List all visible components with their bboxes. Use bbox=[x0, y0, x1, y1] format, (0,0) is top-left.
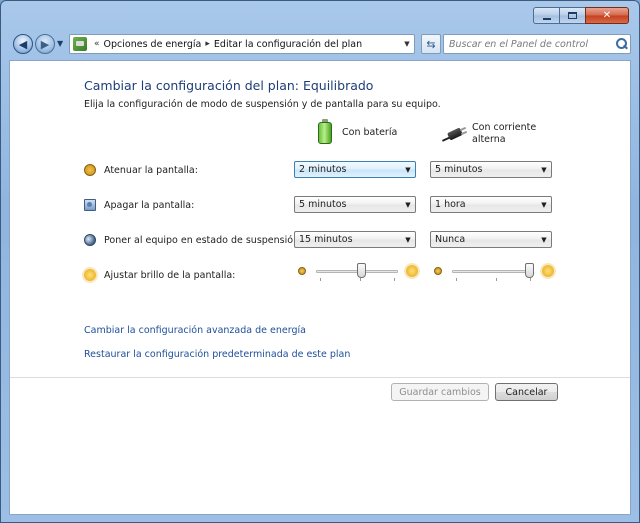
setting-label-brightness: Ajustar brillo de la pantalla: bbox=[104, 269, 236, 281]
ac-column-label: Con corriente alterna bbox=[472, 122, 536, 146]
column-header-battery: Con batería bbox=[318, 119, 398, 144]
display-off-icon bbox=[84, 199, 96, 211]
setting-row-dim: Atenuar la pantalla: bbox=[84, 160, 198, 180]
dim-battery-select[interactable]: 2 minutos ▼ bbox=[294, 161, 416, 178]
setting-label-dim: Atenuar la pantalla: bbox=[104, 164, 198, 176]
dim-battery-value: 2 minutos bbox=[299, 164, 347, 175]
caption-buttons: ✕ bbox=[533, 7, 629, 24]
close-button[interactable]: ✕ bbox=[585, 7, 629, 24]
display-off-battery-select[interactable]: 5 minutos ▼ bbox=[294, 196, 416, 213]
window: ✕ ◀ ▶ ▼ « Opciones de energía ▸ Editar l… bbox=[0, 0, 640, 523]
control-panel-icon bbox=[73, 37, 87, 51]
sleep-icon bbox=[84, 234, 96, 246]
minimize-button[interactable] bbox=[533, 7, 559, 24]
chevron-down-icon: ▼ bbox=[405, 235, 411, 244]
chevron-down-icon: ▼ bbox=[541, 235, 547, 244]
chevron-down-icon: ▼ bbox=[405, 165, 411, 174]
battery-icon bbox=[318, 119, 332, 144]
chevron-down-icon: ▼ bbox=[405, 200, 411, 209]
ac-column-label-line1: Con corriente bbox=[472, 122, 537, 133]
slider-thumb[interactable] bbox=[356, 263, 366, 278]
brightness-icon bbox=[84, 269, 96, 281]
chevron-down-icon: ▼ bbox=[541, 200, 547, 209]
maximize-icon bbox=[568, 12, 577, 19]
dim-ac-select[interactable]: 5 minutos ▼ bbox=[430, 161, 552, 178]
breadcrumb-prefix[interactable]: « bbox=[94, 39, 100, 49]
brightness-ac-slider[interactable] bbox=[434, 263, 556, 281]
back-arrow-icon: ◀ bbox=[18, 37, 28, 51]
dim-ac-value: 5 minutos bbox=[435, 164, 483, 175]
sleep-battery-select[interactable]: 15 minutos ▼ bbox=[294, 231, 416, 248]
page-subtitle: Elija la configuración de modo de suspen… bbox=[84, 99, 441, 110]
brightness-battery-slider[interactable] bbox=[298, 263, 420, 281]
setting-label-sleep: Poner al equipo en estado de suspensión: bbox=[104, 234, 303, 246]
forward-button[interactable]: ▶ bbox=[35, 34, 55, 54]
refresh-icon: ⇆ bbox=[426, 37, 436, 51]
power-plug-icon bbox=[441, 126, 468, 142]
brightness-low-icon bbox=[434, 267, 442, 275]
navigation-bar: ◀ ▶ ▼ « Opciones de energía ▸ Editar la … bbox=[11, 32, 631, 56]
slider-thumb[interactable] bbox=[525, 263, 535, 278]
slider-track[interactable] bbox=[452, 270, 534, 273]
refresh-button[interactable]: ⇆ bbox=[421, 34, 441, 54]
dim-display-icon bbox=[84, 164, 96, 176]
column-header-ac: Con corriente alterna bbox=[441, 122, 536, 146]
sleep-battery-value: 15 minutos bbox=[299, 234, 353, 245]
setting-row-brightness: Ajustar brillo de la pantalla: bbox=[84, 265, 235, 285]
setting-label-display-off: Apagar la pantalla: bbox=[104, 199, 195, 211]
search-input[interactable]: Buscar en el Panel de control bbox=[443, 34, 631, 54]
recent-pages-dropdown[interactable]: ▼ bbox=[57, 39, 63, 48]
display-off-battery-value: 5 minutos bbox=[299, 199, 347, 210]
advanced-settings-link[interactable]: Cambiar la configuración avanzada de ene… bbox=[84, 325, 306, 336]
breadcrumb-power-options[interactable]: Opciones de energía bbox=[104, 39, 202, 50]
display-off-ac-select[interactable]: 1 hora ▼ bbox=[430, 196, 552, 213]
sleep-ac-value: Nunca bbox=[435, 234, 466, 245]
breadcrumb-separator[interactable]: ▸ bbox=[205, 39, 210, 49]
setting-row-sleep: Poner al equipo en estado de suspensión: bbox=[84, 230, 302, 250]
close-icon: ✕ bbox=[602, 10, 612, 21]
address-dropdown-icon[interactable]: ▼ bbox=[400, 35, 414, 53]
sleep-ac-select[interactable]: Nunca ▼ bbox=[430, 231, 552, 248]
forward-arrow-icon: ▶ bbox=[40, 37, 50, 51]
restore-defaults-link[interactable]: Restaurar la configuración predeterminad… bbox=[84, 349, 350, 360]
back-button[interactable]: ◀ bbox=[13, 34, 33, 54]
save-changes-button[interactable]: Guardar cambios bbox=[391, 383, 489, 401]
search-placeholder: Buscar en el Panel de control bbox=[449, 38, 588, 50]
address-bar[interactable]: « Opciones de energía ▸ Editar la config… bbox=[69, 34, 415, 54]
maximize-button[interactable] bbox=[559, 7, 585, 24]
setting-row-display-off: Apagar la pantalla: bbox=[84, 195, 194, 215]
page-title: Cambiar la configuración del plan: Equil… bbox=[84, 78, 374, 93]
ac-column-label-line2: alterna bbox=[472, 134, 506, 145]
search-icon[interactable] bbox=[612, 35, 630, 53]
divider bbox=[10, 377, 630, 378]
brightness-high-icon bbox=[406, 265, 418, 277]
chevron-down-icon: ▼ bbox=[541, 165, 547, 174]
display-off-ac-value: 1 hora bbox=[435, 199, 466, 210]
content-panel: Cambiar la configuración del plan: Equil… bbox=[9, 60, 631, 515]
breadcrumb-edit-plan[interactable]: Editar la configuración del plan bbox=[214, 39, 362, 50]
cancel-button[interactable]: Cancelar bbox=[495, 383, 558, 401]
brightness-high-icon bbox=[542, 265, 554, 277]
battery-column-label: Con batería bbox=[342, 127, 398, 138]
minimize-icon bbox=[542, 17, 551, 20]
brightness-low-icon bbox=[298, 267, 306, 275]
